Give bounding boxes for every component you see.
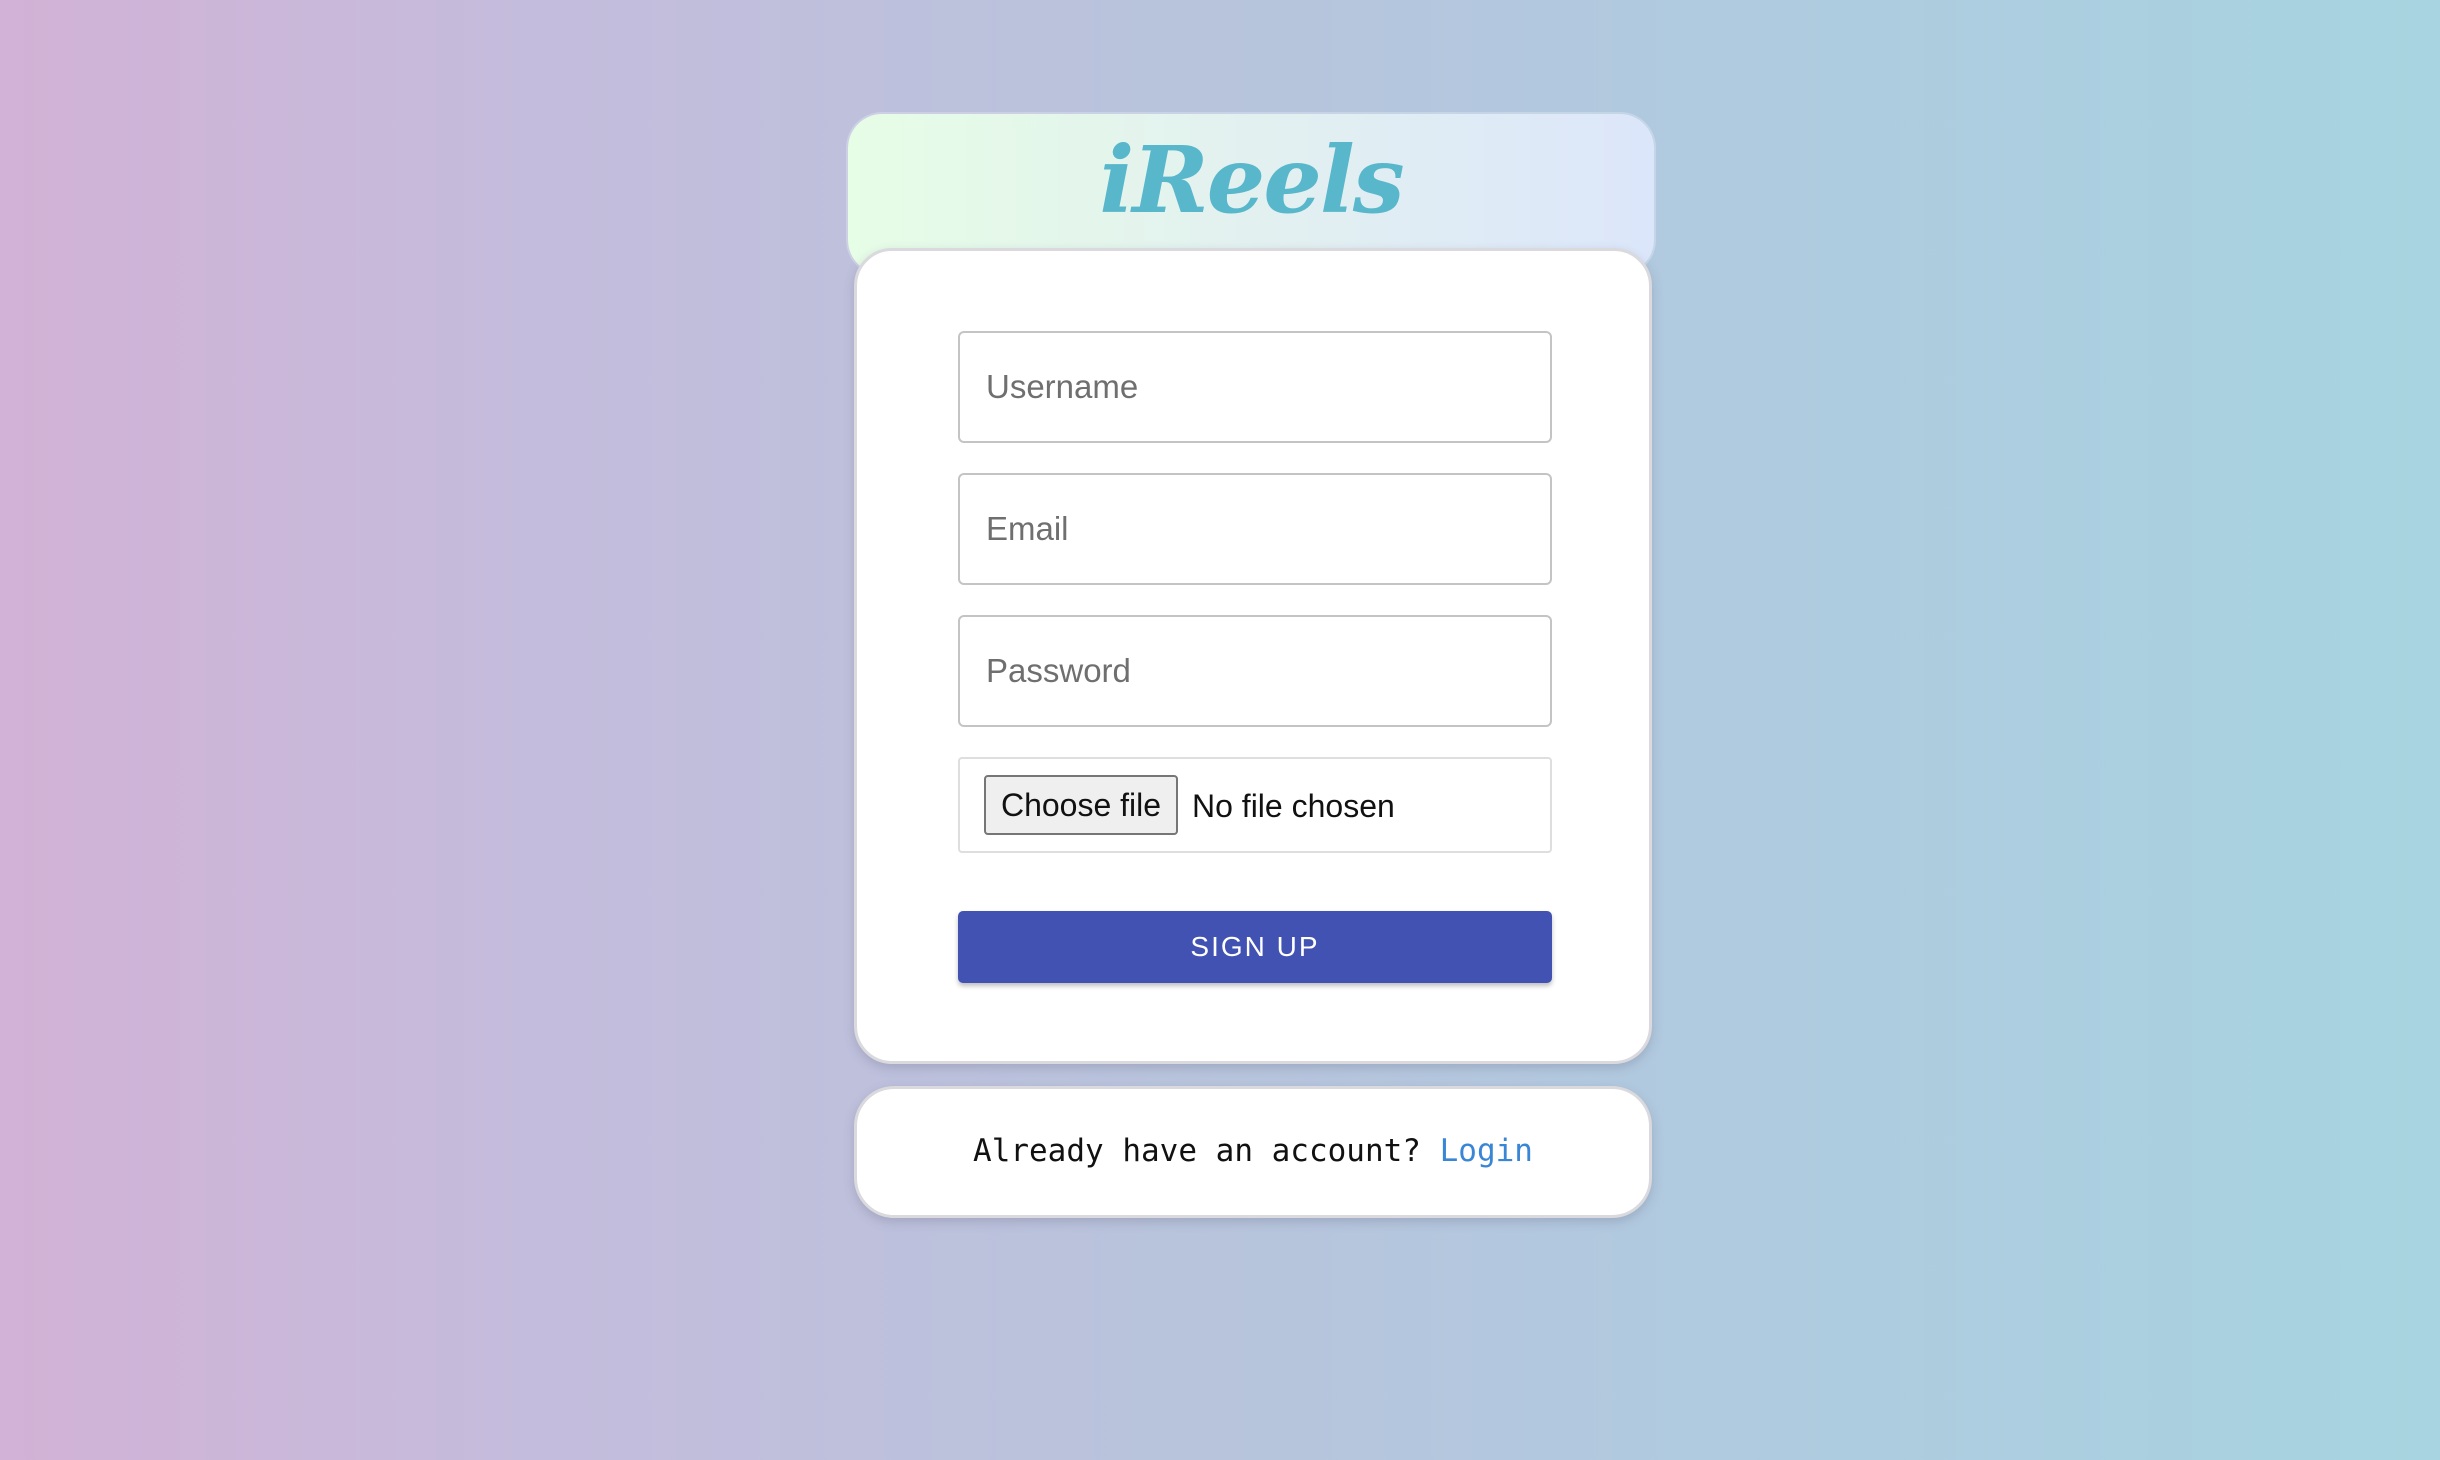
file-status-text: No file chosen [1192,788,1395,824]
sign-up-button[interactable]: SIGN UP [958,911,1552,983]
profile-image-file-input: Choose file No file chosen [958,757,1552,853]
login-prompt-text: Already have an account? [973,1133,1421,1169]
login-prompt-card: Already have an account? Login [854,1086,1652,1218]
login-link[interactable]: Login [1440,1133,1533,1169]
choose-file-button[interactable]: Choose file [984,775,1178,835]
username-input[interactable] [958,331,1552,443]
login-prompt: Already have an account? Login [857,1130,1649,1172]
email-input[interactable] [958,473,1552,585]
signup-form-card: Choose file No file chosen SIGN UP [854,248,1652,1064]
password-input[interactable] [958,615,1552,727]
app-logo: iReels [1099,126,1404,234]
